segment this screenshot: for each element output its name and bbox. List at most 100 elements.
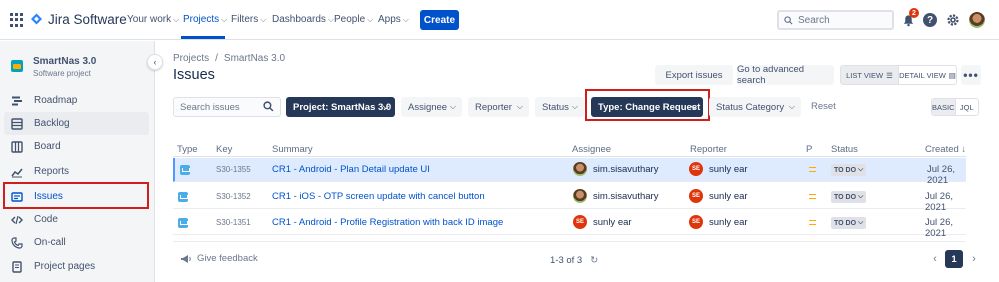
nav-projects[interactable]: Projects ⌵ [183, 14, 227, 25]
sidebar-item-reports[interactable]: Reports [4, 160, 149, 183]
issue-key[interactable]: S30-1352 [216, 192, 251, 201]
avatar: SE [689, 215, 703, 229]
breadcrumb-project[interactable]: SmartNas 3.0 [224, 53, 285, 64]
page-button-current[interactable]: 1 [945, 250, 963, 268]
app-switcher-icon[interactable] [10, 13, 24, 27]
export-issues-button[interactable]: Export issues [655, 65, 733, 85]
column-header-type[interactable]: Type [177, 144, 198, 155]
column-header-assignee[interactable]: Assignee [572, 144, 611, 155]
reporter-cell[interactable]: SE sunly ear [689, 215, 748, 229]
table-row[interactable]: S30-1351 CR1 - Android - Profile Registr… [173, 211, 966, 239]
collapse-sidebar-button[interactable]: ‹ [147, 54, 163, 70]
help-button[interactable]: ? [922, 12, 938, 28]
breadcrumb-projects[interactable]: Projects [173, 53, 209, 64]
table-row[interactable]: S30-1355 CR1 - Android - Plan Detail upd… [173, 158, 966, 186]
list-view-button[interactable]: LIST VIEW ☰ [841, 66, 899, 84]
megaphone-icon [181, 254, 191, 263]
column-header-key[interactable]: Key [216, 144, 232, 155]
profile-button[interactable] [969, 12, 985, 28]
jira-icon [31, 13, 42, 25]
chevron-down-icon: ⌵ [858, 219, 864, 226]
reset-filters-button[interactable]: Reset [811, 101, 836, 112]
issue-key[interactable]: S30-1355 [216, 165, 251, 174]
chevron-left-icon: ‹ [153, 57, 157, 67]
reporter-cell[interactable]: SE sunly ear [689, 189, 748, 203]
avatar [573, 189, 587, 203]
status-filter[interactable]: Status ⌵ [535, 97, 584, 117]
column-header-reporter[interactable]: Reporter [690, 144, 727, 155]
project-filter[interactable]: Project: SmartNas 3.0 ⌵ [286, 97, 395, 117]
global-search-input[interactable]: Search [777, 10, 894, 30]
status-category-filter[interactable]: Status Category ⌵ [709, 97, 801, 117]
give-feedback-button[interactable]: Give feedback [180, 253, 258, 264]
assignee-name: sunly ear [593, 216, 632, 228]
nav-label: Filters [231, 14, 259, 25]
reporter-cell[interactable]: SE sunly ear [689, 162, 748, 176]
create-button[interactable]: Create [420, 10, 459, 30]
nav-dashboards[interactable]: Dashboards ⌵ [272, 14, 334, 25]
issues-icon [10, 190, 24, 204]
notification-badge: 2 [909, 8, 919, 18]
assignee-filter[interactable]: Assignee ⌵ [401, 97, 462, 117]
status-badge[interactable]: TO DO ⌵ [831, 164, 867, 176]
nav-label: Dashboards [272, 14, 326, 25]
jql-mode-button[interactable]: JQL [956, 99, 978, 115]
column-header-created[interactable]: Created ↓ [925, 144, 966, 155]
assignee-cell[interactable]: sim.sisavuthary [573, 162, 658, 176]
jira-logo[interactable]: Jira Software [30, 12, 127, 27]
issue-summary[interactable]: CR1 - Android - Profile Registration wit… [272, 217, 503, 228]
sidebar-item-roadmap[interactable]: Roadmap [4, 89, 149, 112]
sidebar-item-issues[interactable]: Issues [4, 185, 149, 208]
chevron-down-icon: ⌵ [690, 102, 697, 111]
nav-your-work[interactable]: Your work ⌵ [127, 14, 179, 25]
priority-medium-icon [809, 194, 816, 199]
breadcrumb: Projects / SmartNas 3.0 [173, 53, 285, 64]
advanced-search-button[interactable]: Go to advanced search [737, 64, 834, 86]
table-row[interactable]: S30-1352 CR1 - iOS - OTP screen update w… [173, 185, 966, 213]
sidebar-item-board[interactable]: Board [4, 135, 149, 158]
assignee-cell[interactable]: sim.sisavuthary [573, 189, 658, 203]
assignee-cell[interactable]: SE sunly ear [573, 215, 632, 229]
chevron-down-icon: ⌵ [858, 193, 864, 200]
chevron-down-icon: ⌵ [788, 102, 795, 111]
filter-label: Status Category [716, 101, 785, 113]
list-view-label: LIST VIEW [846, 70, 884, 80]
type-filter[interactable]: Type: Change Request ⌵ [591, 97, 703, 117]
sidebar-item-label: Board [34, 141, 61, 152]
priority-medium-icon [809, 167, 816, 172]
more-actions-button[interactable]: ••• [961, 65, 981, 85]
next-page-button[interactable]: › [965, 250, 983, 268]
issue-summary[interactable]: CR1 - Android - Plan Detail update UI [272, 164, 430, 175]
issue-summary[interactable]: CR1 - iOS - OTP screen update with cance… [272, 191, 485, 202]
sidebar-item-on-call[interactable]: On-call [4, 231, 149, 254]
previous-page-button[interactable]: ‹ [926, 250, 944, 268]
view-switcher: LIST VIEW ☰ DETAIL VIEW ▤ [840, 65, 957, 85]
chevron-down-icon: ⌵ [571, 102, 578, 111]
column-header-priority[interactable]: P [806, 144, 812, 155]
status-label: TO DO [834, 166, 857, 174]
sidebar-item-label: Reports [34, 166, 70, 177]
issue-key[interactable]: S30-1351 [216, 218, 251, 227]
sidebar-item-backlog[interactable]: Backlog [4, 112, 149, 135]
sidebar-item-code[interactable]: Code [4, 208, 149, 231]
refresh-icon[interactable]: ↻ [590, 255, 598, 266]
sidebar-item-project-pages[interactable]: Project pages [4, 255, 149, 278]
reporter-filter[interactable]: Reporter ⌵ [468, 97, 529, 117]
nav-filters[interactable]: Filters ⌵ [231, 14, 266, 25]
nav-people[interactable]: People ⌵ [334, 14, 373, 25]
issue-search-input[interactable]: Search issues [173, 97, 281, 117]
status-badge[interactable]: TO DO ⌵ [831, 217, 867, 229]
avatar: SE [689, 162, 703, 176]
search-placeholder: Search issues [180, 101, 240, 113]
settings-button[interactable] [945, 12, 961, 28]
basic-mode-button[interactable]: BASIC [932, 99, 956, 115]
filter-label: Project: SmartNas 3.0 [293, 101, 392, 113]
column-header-status[interactable]: Status [831, 144, 858, 155]
status-badge[interactable]: TO DO ⌵ [831, 191, 867, 203]
column-header-summary[interactable]: Summary [272, 144, 313, 155]
sidebar-item-label: Code [34, 214, 58, 225]
search-icon [784, 15, 793, 25]
status-label: TO DO [834, 219, 857, 227]
nav-apps[interactable]: Apps ⌵ [378, 14, 409, 25]
detail-view-button[interactable]: DETAIL VIEW ▤ [899, 66, 956, 84]
